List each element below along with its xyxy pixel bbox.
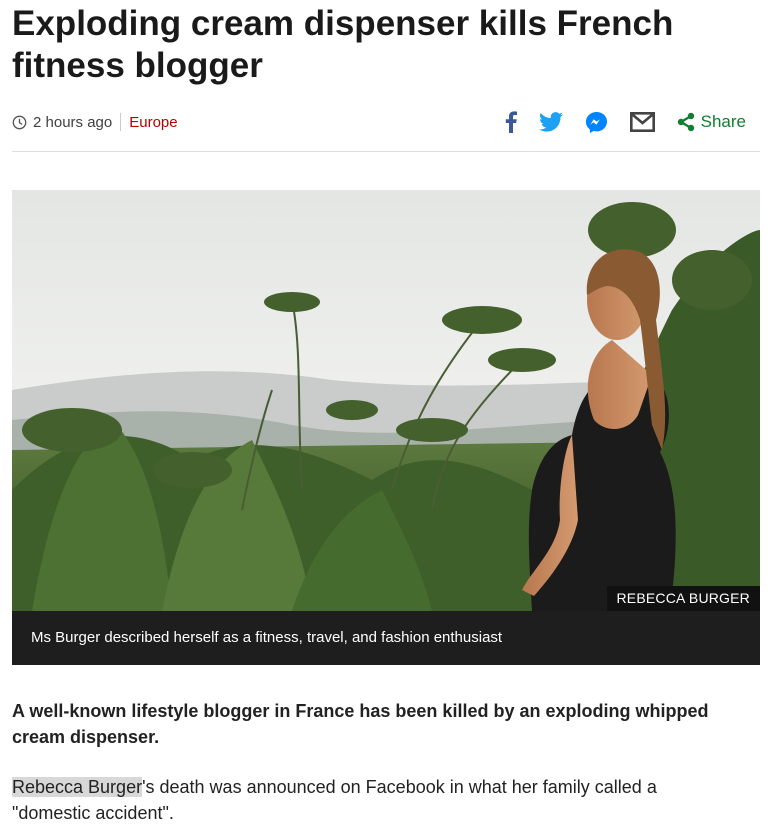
- facebook-icon: [505, 111, 517, 133]
- share-label: Share: [700, 112, 746, 131]
- share-icon: [677, 112, 694, 132]
- article-headline: Exploding cream dispenser kills French f…: [12, 4, 674, 85]
- article-meta: 2 hours ago Europe: [12, 110, 178, 134]
- clock-icon: [12, 115, 27, 129]
- section-link[interactable]: Europe: [129, 114, 177, 131]
- header-divider: [12, 151, 760, 152]
- twitter-share-button[interactable]: [538, 108, 563, 136]
- article-figure: REBECCA BURGER Ms Burger described herse…: [12, 190, 760, 665]
- article-page: Exploding cream dispenser kills French f…: [0, 0, 770, 839]
- article-intro: A well-known lifestyle blogger in France…: [12, 701, 709, 747]
- share-button[interactable]: Share: [677, 108, 746, 136]
- facebook-share-button[interactable]: [505, 108, 517, 136]
- messenger-icon: [585, 111, 607, 133]
- email-icon: [629, 112, 655, 132]
- highlighted-text: Rebecca Burger: [12, 777, 143, 797]
- share-bar: Share: [505, 108, 746, 136]
- article-timestamp: 2 hours ago: [33, 113, 113, 131]
- meta-divider: [120, 113, 122, 131]
- image-caption: Ms Burger described herself as a fitness…: [12, 611, 760, 665]
- twitter-icon: [538, 112, 563, 132]
- article-photo: [12, 190, 760, 611]
- email-share-button[interactable]: [629, 108, 655, 136]
- image-credit: REBECCA BURGER: [606, 586, 760, 611]
- messenger-share-button[interactable]: [585, 108, 608, 136]
- article-paragraph: Rebecca Burger's death was announced on …: [12, 774, 732, 826]
- photo-illustration: [12, 190, 760, 611]
